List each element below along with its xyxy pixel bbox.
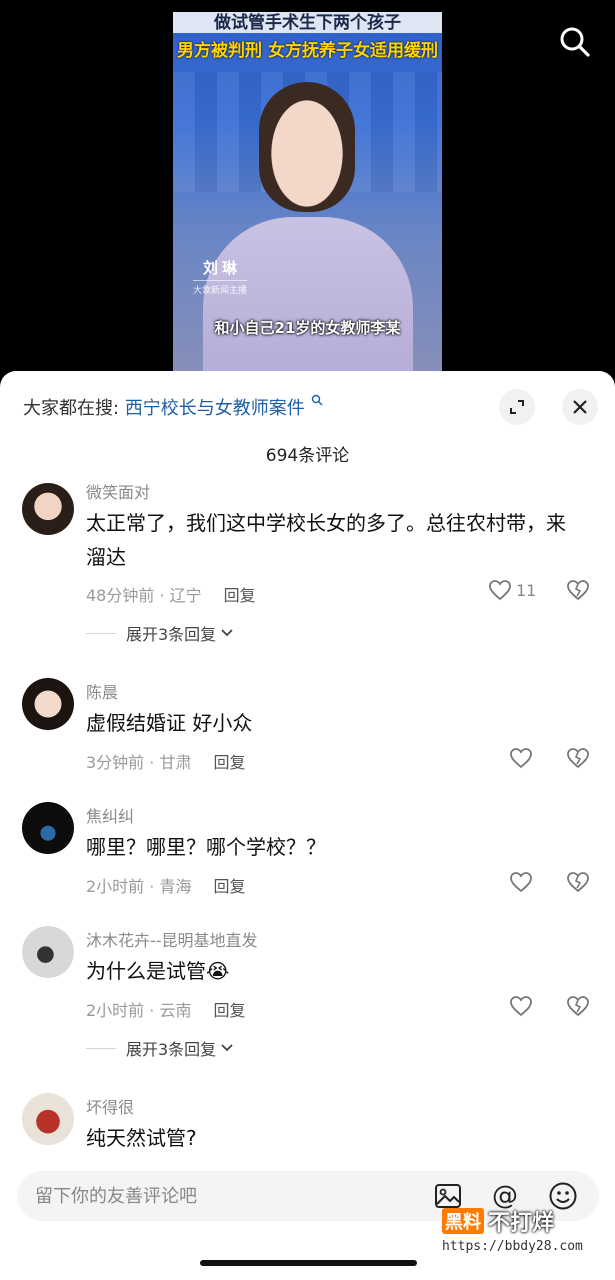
close-button[interactable]: [562, 389, 598, 425]
expand-replies-button[interactable]: 展开3条回复: [86, 1036, 234, 1060]
avatar[interactable]: [22, 678, 74, 730]
avatar[interactable]: [22, 926, 74, 978]
video-frame[interactable]: 做试管手术生下两个孩子 男方被判刑 女方抚养子女适用缓刑 刘琳 大象新闻主播 和…: [173, 12, 442, 385]
news-anchor-body: [203, 217, 413, 385]
hot-search-label: 大家都在搜:: [23, 398, 120, 419]
watermark-text: 不打烊: [488, 1211, 555, 1236]
search-icon[interactable]: [558, 25, 592, 59]
hot-search-bar: 大家都在搜: 西宁校长与女教师案件: [23, 394, 323, 420]
video-player[interactable]: 做试管手术生下两个孩子 男方被判刑 女方抚养子女适用缓刑 刘琳 大象新闻主播 和…: [0, 0, 615, 385]
watermark-badge: 黑料: [442, 1208, 484, 1234]
comment-author[interactable]: 微笑面对: [86, 479, 150, 503]
expand-replies-button[interactable]: 展开3条回复: [86, 621, 234, 645]
watermark: 黑料 不打烊 https://bbdy28.com: [442, 1205, 583, 1254]
heart-icon: [489, 580, 511, 601]
comment-text: 纯天然试管?: [86, 1126, 197, 1150]
anchor-title-caption: 大象新闻主播: [193, 280, 248, 296]
reply-button[interactable]: 回复: [213, 753, 245, 772]
dislike-button[interactable]: [566, 995, 590, 1021]
dislike-button[interactable]: [566, 747, 590, 773]
like-button[interactable]: 11: [488, 579, 536, 601]
comment-meta: 48分钟前 · 辽宁 回复: [86, 582, 256, 606]
like-button[interactable]: [509, 747, 533, 769]
hot-search-link[interactable]: 西宁校长与女教师案件: [125, 398, 305, 419]
heart-icon: [510, 996, 532, 1017]
comment-input[interactable]: [35, 1171, 415, 1221]
reply-button[interactable]: 回复: [213, 1001, 245, 1020]
broken-heart-icon: [567, 580, 589, 601]
expand-icon: [510, 400, 524, 414]
home-indicator[interactable]: [200, 1260, 417, 1266]
reply-button[interactable]: 回复: [213, 877, 245, 896]
comment-text-content: 为什么是试管: [86, 959, 206, 983]
divider: [86, 632, 116, 634]
dislike-button[interactable]: [566, 871, 590, 897]
comment-time-location: 3分钟前 · 甘肃: [86, 753, 192, 772]
expand-replies-label: 展开3条回复: [126, 1040, 217, 1059]
comment-author[interactable]: 焦纠纠: [86, 803, 134, 827]
expand-replies-label: 展开3条回复: [126, 625, 217, 644]
watermark-url: https://bbdy28.com: [442, 1239, 583, 1254]
heart-icon: [510, 748, 532, 769]
crying-emoji: 😭: [206, 959, 230, 983]
comment-author[interactable]: 沐木花卉--昆明基地直发: [86, 927, 258, 951]
fullscreen-button[interactable]: [499, 389, 535, 425]
reply-button[interactable]: 回复: [224, 586, 256, 605]
comment-meta: 2小时前 · 青海 回复: [86, 873, 245, 897]
broken-heart-icon: [567, 996, 589, 1017]
comment-text: 为什么是试管😭: [86, 954, 576, 988]
dislike-button[interactable]: [566, 579, 590, 605]
broken-heart-icon: [567, 748, 589, 769]
like-button[interactable]: [509, 871, 533, 893]
comment-author[interactable]: 陈晨: [86, 679, 118, 703]
close-icon: [573, 400, 587, 414]
comment-text: 哪里？哪里？哪个学校？？: [86, 835, 326, 859]
video-subtitle: 和小自己21岁的女教师李某: [214, 319, 401, 337]
like-button[interactable]: [509, 995, 533, 1017]
small-search-icon: [311, 394, 323, 409]
comment-meta: 3分钟前 · 甘肃 回复: [86, 749, 245, 773]
broken-heart-icon: [567, 872, 589, 893]
video-headline-main: 男方被判刑 女方抚养子女适用缓刑: [177, 41, 438, 61]
avatar[interactable]: [22, 1093, 74, 1145]
news-anchor-head: [259, 82, 355, 212]
avatar[interactable]: [22, 802, 74, 854]
comment-time-location: 2小时前 · 青海: [86, 877, 192, 896]
comments-sheet: 大家都在搜: 西宁校长与女教师案件 694条评论 微笑面对 太正常了，我们这中学…: [0, 371, 615, 1280]
chevron-down-icon: [221, 1044, 233, 1052]
video-headline-top: 做试管手术生下两个孩子: [173, 12, 442, 33]
comment-meta: 2小时前 · 云南 回复: [86, 997, 245, 1021]
like-count: 11: [516, 580, 537, 600]
comment-author[interactable]: 坏得很: [86, 1094, 134, 1118]
comment-count: 694条评论: [265, 446, 350, 466]
comment-time-location: 2小时前 · 云南: [86, 1001, 192, 1020]
comment-text: 虚假结婚证 好小众: [86, 711, 253, 735]
avatar[interactable]: [22, 483, 74, 535]
heart-icon: [510, 872, 532, 893]
chevron-down-icon: [221, 629, 233, 637]
divider: [86, 1047, 116, 1049]
comment-time-location: 48分钟前 · 辽宁: [86, 586, 202, 605]
anchor-name-caption: 刘琳: [203, 259, 242, 277]
comment-text: 太正常了，我们这中学校长女的多了。总往农村带，来溜达: [86, 511, 566, 569]
